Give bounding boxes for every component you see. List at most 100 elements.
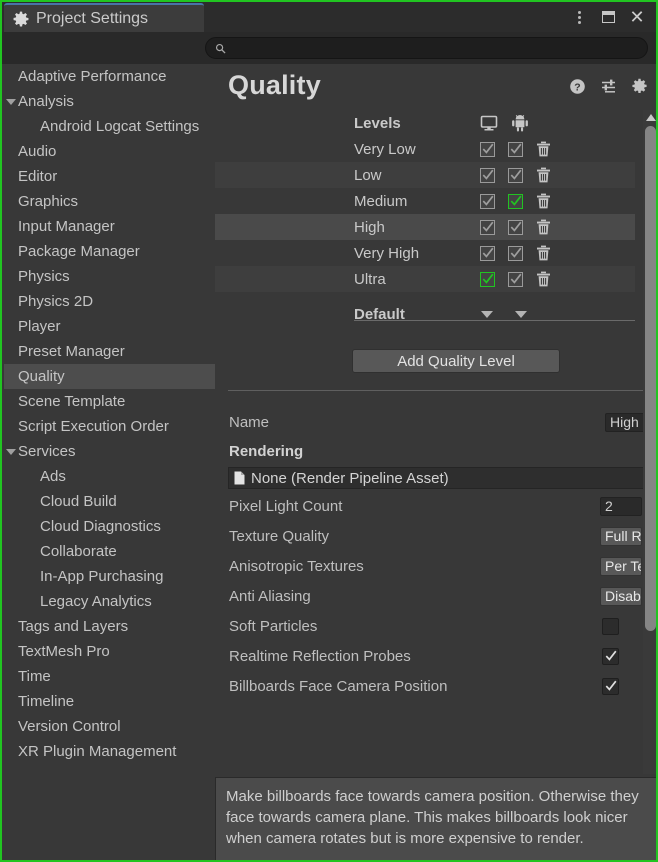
- help-icon[interactable]: ?: [569, 78, 586, 95]
- sidebar-item-label: XR Plugin Management: [18, 743, 176, 760]
- trash-icon[interactable]: [536, 167, 551, 183]
- sidebar-item-label: Timeline: [18, 693, 74, 710]
- sidebar-item-version-control[interactable]: Version Control: [4, 714, 215, 739]
- levels-header-label: Levels: [354, 115, 401, 132]
- add-quality-level-button[interactable]: Add Quality Level: [352, 349, 560, 373]
- android-robot-icon: [511, 114, 529, 132]
- sidebar-item-ads[interactable]: Ads: [4, 464, 215, 489]
- property-checkbox[interactable]: [602, 618, 619, 635]
- sidebar-item-label: Quality: [18, 368, 65, 385]
- property-dropdown[interactable]: Disabled: [600, 587, 642, 606]
- property-number-input[interactable]: 2: [600, 497, 642, 516]
- vertical-scrollbar[interactable]: [643, 110, 658, 774]
- sidebar-item-physics[interactable]: Physics: [4, 264, 215, 289]
- property-row[interactable]: Soft Particles: [215, 611, 658, 641]
- sidebar-item-time[interactable]: Time: [4, 664, 215, 689]
- svg-text:?: ?: [574, 81, 580, 93]
- sidebar-item-physics-2d[interactable]: Physics 2D: [4, 289, 215, 314]
- sidebar-item-scene-template[interactable]: Scene Template: [4, 389, 215, 414]
- chevron-down-icon[interactable]: [4, 99, 18, 105]
- desktop-default-dropdown-caret-icon[interactable]: [481, 311, 493, 318]
- trash-icon[interactable]: [536, 271, 551, 287]
- scroll-up-arrow-icon[interactable]: [643, 110, 658, 124]
- close-icon[interactable]: ✕: [624, 4, 650, 30]
- property-label: Soft Particles: [229, 618, 317, 635]
- maximize-icon[interactable]: [595, 4, 621, 30]
- android-enabled-checkbox[interactable]: [508, 168, 523, 183]
- search-box[interactable]: [205, 37, 648, 59]
- settings-category-sidebar[interactable]: Adaptive PerformanceAnalysisAndroid Logc…: [4, 64, 215, 860]
- default-dropdowns: [481, 311, 527, 318]
- property-row[interactable]: Billboards Face Camera Position: [215, 671, 658, 701]
- trash-icon[interactable]: [536, 141, 551, 157]
- property-checkbox[interactable]: [602, 648, 619, 665]
- sidebar-item-textmesh-pro[interactable]: TextMesh Pro: [4, 639, 215, 664]
- render-pipeline-asset-row[interactable]: None (Render Pipeline Asset): [215, 465, 658, 491]
- property-checkbox[interactable]: [602, 678, 619, 695]
- property-dropdown[interactable]: Full Res: [600, 527, 642, 546]
- sidebar-item-timeline[interactable]: Timeline: [4, 689, 215, 714]
- sidebar-item-quality[interactable]: Quality: [4, 364, 215, 389]
- sidebar-item-tags-and-layers[interactable]: Tags and Layers: [4, 614, 215, 639]
- desktop-enabled-checkbox[interactable]: [480, 272, 495, 287]
- sidebar-item-cloud-diagnostics[interactable]: Cloud Diagnostics: [4, 514, 215, 539]
- sidebar-item-legacy-analytics[interactable]: Legacy Analytics: [4, 589, 215, 614]
- sidebar-item-script-execution-order[interactable]: Script Execution Order: [4, 414, 215, 439]
- android-enabled-checkbox[interactable]: [508, 272, 523, 287]
- sidebar-item-services[interactable]: Services: [4, 439, 215, 464]
- property-dropdown[interactable]: Per Texture: [600, 557, 642, 576]
- quality-level-row[interactable]: Very Low: [215, 136, 635, 162]
- property-row[interactable]: Pixel Light Count2: [215, 491, 658, 521]
- sidebar-item-cloud-build[interactable]: Cloud Build: [4, 489, 215, 514]
- sidebar-item-collaborate[interactable]: Collaborate: [4, 539, 215, 564]
- panel-header: Quality ?: [215, 64, 658, 110]
- preset-icon[interactable]: [600, 78, 617, 95]
- chevron-down-icon[interactable]: [4, 449, 18, 455]
- quality-level-cells: [480, 141, 551, 157]
- tab-project-settings[interactable]: Project Settings: [4, 3, 204, 32]
- desktop-enabled-checkbox[interactable]: [480, 194, 495, 209]
- property-row[interactable]: Texture QualityFull Res: [215, 521, 658, 551]
- android-enabled-checkbox[interactable]: [508, 220, 523, 235]
- quality-level-row[interactable]: Medium: [215, 188, 635, 214]
- property-row[interactable]: Realtime Reflection Probes: [215, 641, 658, 671]
- quality-level-row[interactable]: Very High: [215, 240, 635, 266]
- render-pipeline-asset-field[interactable]: None (Render Pipeline Asset): [228, 467, 648, 489]
- levels-header-row: Levels: [215, 110, 635, 136]
- sidebar-item-audio[interactable]: Audio: [4, 139, 215, 164]
- sidebar-item-in-app-purchasing[interactable]: In-App Purchasing: [4, 564, 215, 589]
- android-enabled-checkbox[interactable]: [508, 142, 523, 157]
- trash-icon[interactable]: [536, 219, 551, 235]
- sidebar-item-xr-plugin-management[interactable]: XR Plugin Management: [4, 739, 215, 764]
- search-input[interactable]: [231, 41, 631, 55]
- sidebar-item-input-manager[interactable]: Input Manager: [4, 214, 215, 239]
- sidebar-item-analysis[interactable]: Analysis: [4, 89, 215, 114]
- quality-level-name: Medium: [354, 193, 407, 210]
- desktop-enabled-checkbox[interactable]: [480, 142, 495, 157]
- sidebar-item-player[interactable]: Player: [4, 314, 215, 339]
- android-enabled-checkbox[interactable]: [508, 246, 523, 261]
- sidebar-item-label: Scene Template: [18, 393, 125, 410]
- android-enabled-checkbox[interactable]: [508, 194, 523, 209]
- sidebar-item-editor[interactable]: Editor: [4, 164, 215, 189]
- property-row[interactable]: Anisotropic TexturesPer Texture: [215, 551, 658, 581]
- quality-level-row[interactable]: High: [215, 214, 635, 240]
- quality-level-row[interactable]: Ultra: [215, 266, 635, 292]
- sidebar-item-adaptive-performance[interactable]: Adaptive Performance: [4, 64, 215, 89]
- vertical-scroll-thumb[interactable]: [645, 126, 656, 631]
- sidebar-item-preset-manager[interactable]: Preset Manager: [4, 339, 215, 364]
- desktop-enabled-checkbox[interactable]: [480, 168, 495, 183]
- quality-level-row[interactable]: Low: [215, 162, 635, 188]
- sidebar-item-graphics[interactable]: Graphics: [4, 189, 215, 214]
- property-row[interactable]: Anti AliasingDisabled: [215, 581, 658, 611]
- trash-icon[interactable]: [536, 193, 551, 209]
- android-default-dropdown-caret-icon[interactable]: [515, 311, 527, 318]
- sidebar-item-package-manager[interactable]: Package Manager: [4, 239, 215, 264]
- settings-gear-icon[interactable]: [631, 78, 648, 95]
- sidebar-item-android-logcat-settings[interactable]: Android Logcat Settings: [4, 114, 215, 139]
- sidebar-item-label: Graphics: [18, 193, 78, 210]
- desktop-enabled-checkbox[interactable]: [480, 246, 495, 261]
- trash-icon[interactable]: [536, 245, 551, 261]
- kebab-menu-icon[interactable]: [566, 4, 592, 30]
- desktop-enabled-checkbox[interactable]: [480, 220, 495, 235]
